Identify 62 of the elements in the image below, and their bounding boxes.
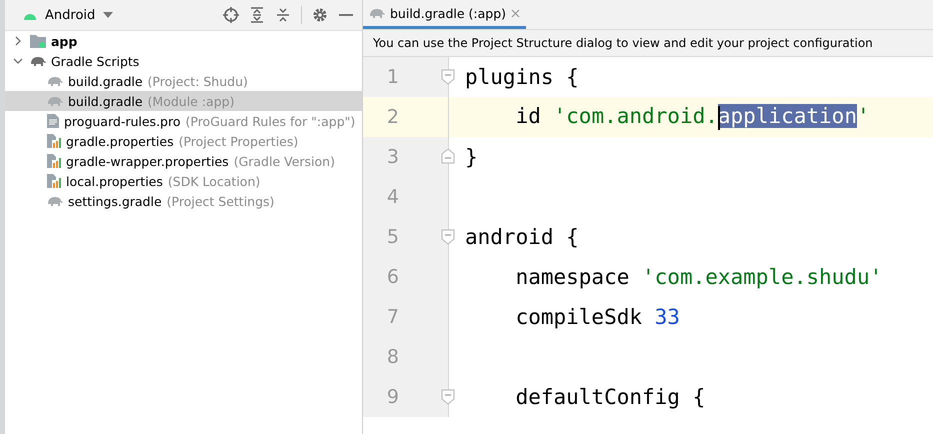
file-description: (Project Properties) <box>178 134 298 148</box>
file-name: Gradle Scripts <box>51 54 140 68</box>
notification-text: You can use the Project Structure dialog to view and edit your project configuration <box>373 36 873 50</box>
tree-item[interactable]: build.gradle (Module :app) <box>5 91 362 111</box>
tree-item[interactable]: build.gradle (Project: Shudu) <box>5 71 362 91</box>
properties-file-icon <box>47 154 61 168</box>
code-line: namespace 'com.example.shudu' <box>514 265 882 289</box>
tree-item[interactable]: Gradle Scripts <box>5 51 362 71</box>
file-description: (Project: Shudu) <box>148 74 248 88</box>
file-name: gradle-wrapper.properties <box>66 154 229 168</box>
caret-icon <box>103 12 114 18</box>
properties-file-icon <box>47 174 61 188</box>
elephant-icon <box>47 75 63 87</box>
elephant-icon <box>30 55 46 67</box>
fold-marker-icon[interactable] <box>441 149 455 165</box>
file-name: local.properties <box>66 174 163 188</box>
code-line: id 'com.android.application' <box>514 104 870 130</box>
crosshair-icon[interactable] <box>221 5 241 25</box>
file-name: proguard-rules.pro <box>64 114 180 128</box>
tree-item[interactable]: proguard-rules.pro (ProGuard Rules for ":app") <box>5 111 362 131</box>
elephant-icon <box>369 7 385 19</box>
elephant-icon <box>47 195 63 207</box>
code-line: compileSdk 33 <box>514 305 680 329</box>
properties-file-icon <box>47 134 61 148</box>
tree-item[interactable]: app <box>5 31 362 51</box>
line-number: 9 <box>386 386 399 408</box>
code-line: } <box>464 145 478 169</box>
file-name: gradle.properties <box>66 134 174 148</box>
code-line: defaultConfig { <box>514 385 706 409</box>
file-description: (ProGuard Rules for ":app") <box>186 114 356 128</box>
file-description: (Project Settings) <box>166 194 274 208</box>
tree-item[interactable]: gradle.properties (Project Properties) <box>5 131 362 151</box>
chevron-down-icon[interactable] <box>13 56 23 66</box>
line-number: 5 <box>386 226 399 248</box>
file-name: app <box>51 34 78 48</box>
tree-item[interactable]: settings.gradle (Project Settings) <box>5 191 362 211</box>
line-number: 4 <box>386 186 399 208</box>
line-number: 7 <box>386 306 399 328</box>
file-description: (SDK Location) <box>168 174 260 188</box>
elephant-icon <box>47 95 63 107</box>
line-number: 6 <box>386 266 399 288</box>
view-dropdown[interactable]: Android <box>19 6 118 24</box>
file-name: build.gradle <box>68 94 143 108</box>
code-line: android { <box>464 225 579 249</box>
close-icon[interactable] <box>511 8 520 18</box>
tree-item[interactable]: gradle-wrapper.properties (Gradle Version) <box>5 151 362 171</box>
file-description: (Module :app) <box>148 94 234 108</box>
fold-marker-icon[interactable] <box>441 229 455 245</box>
file-name: build.gradle <box>68 74 143 88</box>
fold-marker-icon[interactable] <box>441 389 455 405</box>
line-number: 8 <box>386 346 399 368</box>
file-description: (Gradle Version) <box>234 154 335 168</box>
tree-item[interactable]: local.properties (SDK Location) <box>5 171 362 191</box>
code-line: plugins { <box>464 65 579 89</box>
line-number: 2 <box>386 106 399 128</box>
file-name: settings.gradle <box>68 194 162 208</box>
line-number: 1 <box>386 66 399 88</box>
fold-marker-icon[interactable] <box>441 69 455 85</box>
document-icon <box>47 114 59 128</box>
folder-icon <box>30 34 46 48</box>
line-number: 3 <box>386 146 399 168</box>
chevron-right-icon[interactable] <box>13 36 23 46</box>
